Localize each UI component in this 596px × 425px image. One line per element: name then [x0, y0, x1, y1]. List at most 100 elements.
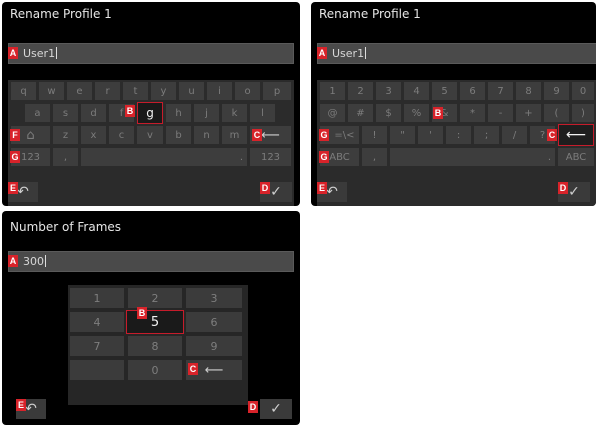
panel-rename-letters: Rename Profile 1 User1 A q w e r t y u i… [2, 2, 300, 206]
key[interactable]: + [516, 104, 541, 122]
key[interactable]: % [404, 104, 429, 122]
space-key[interactable] [390, 148, 555, 166]
label-b: B [125, 105, 135, 117]
key[interactable]: x [81, 126, 106, 144]
key[interactable]: j [194, 104, 219, 122]
key[interactable]: k [222, 104, 247, 122]
num-key[interactable]: 3 [186, 288, 242, 308]
key[interactable]: 3 [376, 82, 401, 100]
ok-button[interactable]: ✓ [260, 399, 292, 419]
label-d: D [558, 182, 568, 194]
num-key-empty [70, 360, 124, 380]
num-key[interactable]: 0 [128, 360, 182, 380]
period-key[interactable]: . [236, 148, 247, 166]
key[interactable]: : [446, 126, 471, 144]
label-e: E [16, 399, 26, 411]
period-key[interactable]: . [544, 148, 555, 166]
input-value: 300 [23, 255, 44, 268]
num-key[interactable]: 9 [186, 336, 242, 356]
num-key[interactable]: 4 [70, 312, 124, 332]
key[interactable]: 1 [320, 82, 345, 100]
key[interactable]: h [166, 104, 191, 122]
backspace-icon: ⟵ [565, 127, 587, 143]
check-icon: ✓ [270, 184, 282, 200]
name-input[interactable]: User1 [317, 43, 596, 64]
page-title: Rename Profile 1 [319, 7, 421, 21]
comma-key[interactable]: , [53, 148, 78, 166]
key[interactable]: q [11, 82, 36, 100]
key[interactable]: a [25, 104, 50, 122]
panel-number-of-frames: Number of Frames 300 A 1 2 3 4 5 6 7 8 9… [2, 211, 300, 425]
label-g-2: G [319, 151, 329, 163]
key[interactable]: $ [376, 104, 401, 122]
key[interactable]: d [81, 104, 106, 122]
key[interactable]: c [109, 126, 134, 144]
name-input[interactable]: User1 [8, 43, 294, 64]
numpad: 1 2 3 4 5 6 7 8 9 0 ⟵ B C [68, 285, 248, 405]
key[interactable]: u [179, 82, 204, 100]
key[interactable]: m [222, 126, 247, 144]
key[interactable]: 7 [488, 82, 513, 100]
key[interactable]: e [67, 82, 92, 100]
key[interactable]: 5 [432, 82, 457, 100]
key[interactable]: s [53, 104, 78, 122]
num-key[interactable]: 8 [128, 336, 182, 356]
label-d: D [260, 182, 270, 194]
panel-rename-symbols: Rename Profile 1 User1 A 1 2 3 4 5 6 7 8… [311, 2, 596, 206]
label-b: B [433, 107, 443, 119]
page-title: Number of Frames [10, 220, 122, 234]
key[interactable]: l [250, 104, 275, 122]
key[interactable]: n [194, 126, 219, 144]
space-key[interactable] [81, 148, 247, 166]
key[interactable]: i [207, 82, 232, 100]
key[interactable]: w [39, 82, 64, 100]
key[interactable]: * [460, 104, 485, 122]
key[interactable]: @ [320, 104, 345, 122]
comma-key[interactable]: , [362, 148, 387, 166]
key[interactable]: b [166, 126, 191, 144]
backspace-key-selected[interactable]: ⟵ [558, 124, 594, 146]
key[interactable]: 4 [404, 82, 429, 100]
key[interactable]: v [137, 126, 163, 144]
key[interactable]: ; [474, 126, 499, 144]
check-icon: ✓ [270, 401, 282, 417]
key[interactable]: ' [418, 126, 443, 144]
key[interactable]: 0 [572, 82, 594, 100]
label-c: C [188, 363, 198, 375]
num-key[interactable]: 1 [70, 288, 124, 308]
label-g: G [10, 151, 20, 163]
label-a: A [8, 47, 18, 59]
page-title: Rename Profile 1 [10, 7, 112, 21]
label-c: C [252, 129, 262, 141]
frames-input[interactable]: 300 [8, 251, 294, 272]
input-value: User1 [23, 47, 56, 60]
alpha-toggle-key-right[interactable]: ABC [558, 148, 594, 166]
key[interactable]: / [502, 126, 527, 144]
key[interactable]: ! [362, 126, 387, 144]
key[interactable]: ) [572, 104, 594, 122]
key[interactable]: t [123, 82, 148, 100]
num-key[interactable]: 6 [186, 312, 242, 332]
key[interactable]: ( [544, 104, 569, 122]
key[interactable]: 6 [460, 82, 485, 100]
selected-num-key[interactable]: 5 [126, 310, 184, 334]
num-key[interactable]: 2 [128, 288, 182, 308]
key[interactable]: " [390, 126, 415, 144]
key[interactable]: y [151, 82, 176, 100]
shift-icon: ⌂ [26, 127, 35, 143]
selected-key[interactable]: g [137, 102, 163, 124]
label-e: E [8, 182, 18, 194]
key[interactable]: - [488, 104, 513, 122]
key[interactable]: r [95, 82, 120, 100]
key[interactable]: o [235, 82, 260, 100]
key[interactable]: 8 [516, 82, 541, 100]
key[interactable]: 2 [348, 82, 373, 100]
numeric-toggle-key-right[interactable]: 123 [250, 148, 291, 166]
backspace-icon: ⟵ [261, 127, 280, 143]
key[interactable]: # [348, 104, 373, 122]
key[interactable]: p [263, 82, 291, 100]
back-icon: ↶ [17, 184, 29, 200]
key[interactable]: z [53, 126, 78, 144]
num-key[interactable]: 7 [70, 336, 124, 356]
key[interactable]: 9 [544, 82, 569, 100]
